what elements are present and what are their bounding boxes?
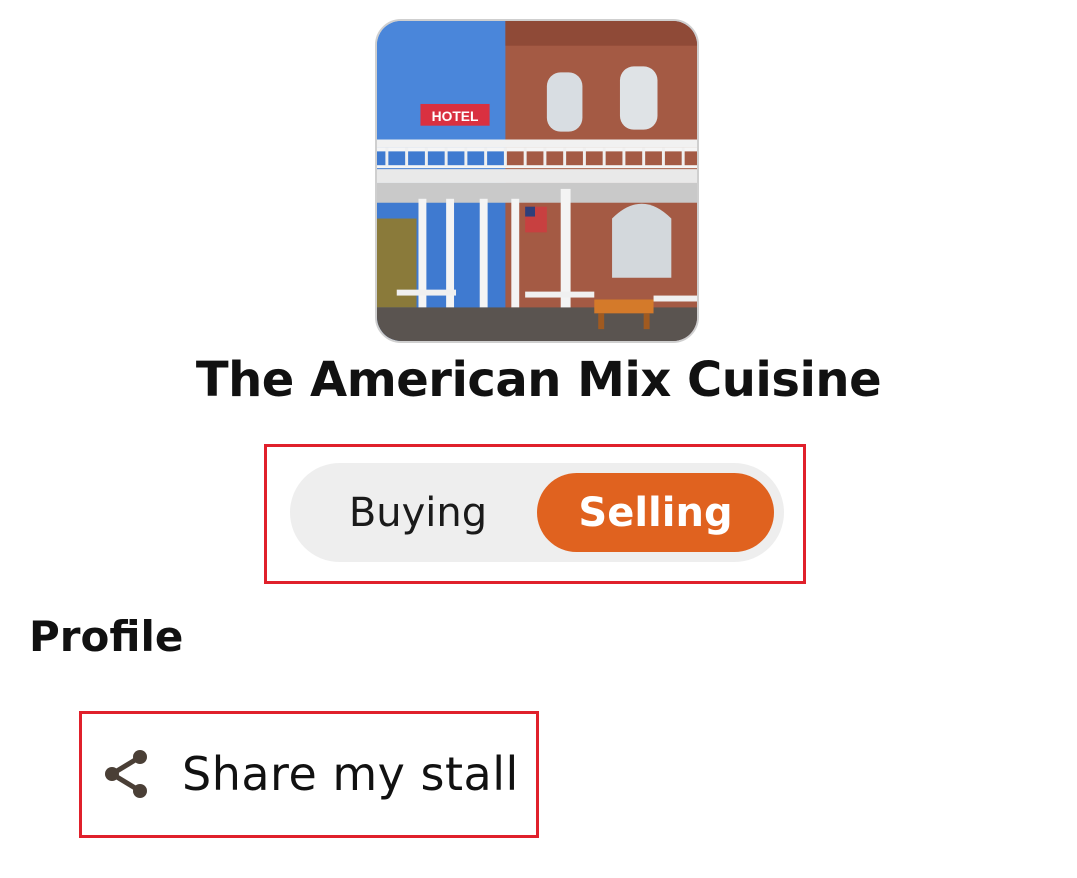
share-icon (96, 744, 156, 804)
buying-option[interactable]: Buying (318, 473, 518, 552)
selling-option[interactable]: Selling (537, 473, 774, 552)
share-my-stall-button[interactable]: Share my stall (96, 728, 526, 820)
store-name-title: The American Mix Cuisine (195, 352, 882, 408)
share-my-stall-label: Share my stall (182, 747, 519, 801)
profile-section-title: Profile (29, 612, 184, 661)
buying-selling-toggle[interactable]: Buying Selling (290, 463, 784, 562)
store-avatar[interactable]: HOTEL (375, 19, 699, 343)
hotel-photo-image: HOTEL (377, 21, 697, 341)
store-profile-screen: HOTEL The American Mix Cuisine Buying Se… (0, 0, 1077, 878)
hotel-sign-text: HOTEL (432, 108, 479, 124)
